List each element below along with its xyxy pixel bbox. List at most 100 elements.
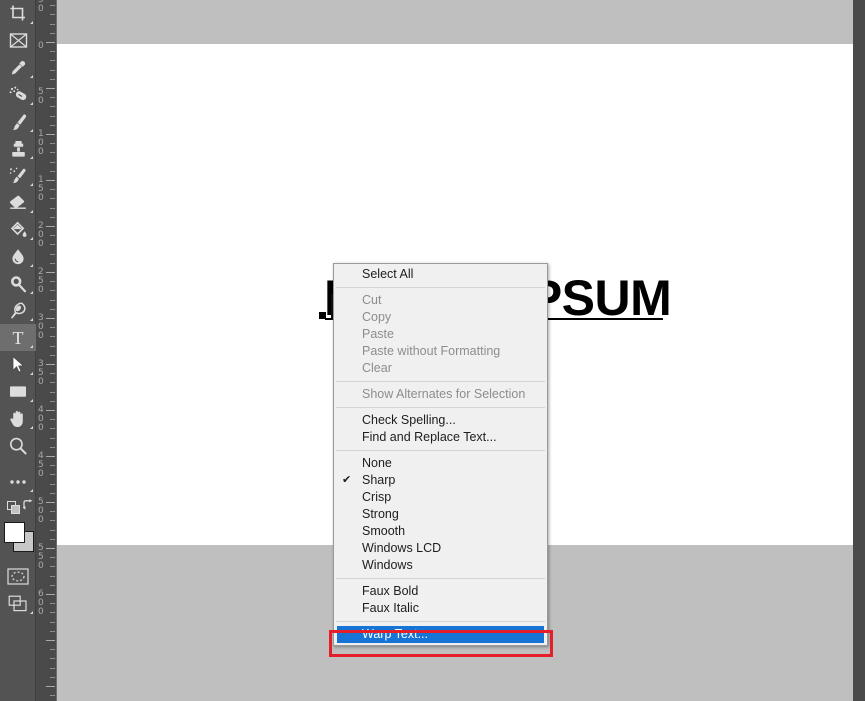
gradient-tool[interactable] xyxy=(0,216,36,243)
zoom-tool[interactable] xyxy=(0,432,36,459)
blur-tool[interactable] xyxy=(0,243,36,270)
tool-flyout-corner xyxy=(30,102,33,105)
ruler-label: 500 xyxy=(38,497,44,525)
magnifier-icon xyxy=(9,437,27,454)
ruler-tick xyxy=(50,162,55,163)
ruler-label: 300 xyxy=(38,313,44,341)
ruler-tick xyxy=(50,465,55,466)
menu-item-smooth[interactable]: Smooth xyxy=(334,523,547,540)
tools-panel: T xyxy=(0,0,36,701)
ruler-tick xyxy=(50,401,55,402)
ruler-tick xyxy=(46,640,55,641)
ruler-tick xyxy=(50,70,55,71)
ruler-tick xyxy=(50,576,55,577)
menu-item-sharp[interactable]: ✔ Sharp xyxy=(334,472,547,489)
swap-colors-icon[interactable] xyxy=(22,499,34,511)
path-selection-tool[interactable] xyxy=(0,351,36,378)
menu-item-find-and-replace-text[interactable]: Find and Replace Text... xyxy=(334,429,547,446)
ruler-tick xyxy=(50,677,55,678)
screen-mode-button[interactable] xyxy=(0,590,36,617)
menu-separator xyxy=(336,450,545,451)
vertical-ruler[interactable]: 50050100150200250300350400450500550600 xyxy=(36,0,57,701)
frame-tool[interactable] xyxy=(0,27,36,54)
menu-item-copy: Copy xyxy=(334,309,547,326)
tool-flyout-corner xyxy=(30,183,33,186)
menu-item-label: Warp Text... xyxy=(362,627,428,641)
ruler-tick xyxy=(50,51,55,52)
eyedropper-icon xyxy=(11,60,26,74)
hand-icon xyxy=(10,410,23,427)
ruler-tick xyxy=(50,336,55,337)
menu-item-windows-lcd[interactable]: Windows LCD xyxy=(334,540,547,557)
ruler-tick xyxy=(50,603,55,604)
menu-item-crisp[interactable]: Crisp xyxy=(334,489,547,506)
ruler-label: 400 xyxy=(38,405,44,433)
ruler-tick xyxy=(50,511,55,512)
ruler-tick xyxy=(50,382,55,383)
eyedropper-tool[interactable] xyxy=(0,54,36,81)
color-swatches[interactable] xyxy=(0,517,36,563)
clone-stamp-tool[interactable] xyxy=(0,135,36,162)
text-layer-handle[interactable] xyxy=(319,312,326,319)
ruler-tick xyxy=(50,97,55,98)
menu-item-label: Clear xyxy=(362,361,392,375)
ruler-tick xyxy=(50,557,55,558)
eraser-tool[interactable] xyxy=(0,189,36,216)
spot-healing-brush-tool[interactable] xyxy=(0,81,36,108)
ruler-tick xyxy=(50,189,55,190)
tool-flyout-corner xyxy=(30,264,33,267)
tool-flyout-corner xyxy=(30,21,33,24)
rectangle-tool[interactable] xyxy=(0,378,36,405)
menu-item-warp-text[interactable]: Warp Text... xyxy=(337,626,544,643)
menu-item-faux-bold[interactable]: Faux Bold xyxy=(334,583,547,600)
dodge-tool[interactable] xyxy=(0,270,36,297)
ruler-tick xyxy=(50,290,55,291)
brush-tool[interactable] xyxy=(0,108,36,135)
ruler-tick xyxy=(50,60,55,61)
ruler-tick xyxy=(50,152,55,153)
pen-tool[interactable] xyxy=(0,297,36,324)
menu-item-show-alternates-for-selection: Show Alternates for Selection xyxy=(334,386,547,403)
ruler-tick xyxy=(50,530,55,531)
ruler-tick xyxy=(50,668,55,669)
menu-item-label: Smooth xyxy=(362,524,406,538)
ruler-tick xyxy=(50,33,55,34)
type-tool[interactable]: T xyxy=(0,324,36,351)
quick-mask-button[interactable] xyxy=(0,563,36,590)
ruler-tick xyxy=(50,281,55,282)
ruler-tick xyxy=(50,493,55,494)
menu-separator xyxy=(336,621,545,622)
type-context-menu[interactable]: Select All Cut Copy Paste Paste without Form… xyxy=(333,263,548,646)
menu-item-none[interactable]: None xyxy=(334,455,547,472)
menu-item-label: Copy xyxy=(362,310,392,324)
menu-item-label: Paste xyxy=(362,327,394,341)
tool-flyout-corner xyxy=(30,345,33,348)
ruler-tick xyxy=(50,520,55,521)
check-icon: ✔ xyxy=(342,474,352,486)
menu-item-strong[interactable]: Strong xyxy=(334,506,547,523)
menu-item-check-spelling[interactable]: Check Spelling... xyxy=(334,412,547,429)
ruler-tick xyxy=(50,235,55,236)
ruler-tick xyxy=(50,658,55,659)
menu-separator xyxy=(336,407,545,408)
menu-item-label: Faux Italic xyxy=(362,601,419,615)
history-brush-tool[interactable] xyxy=(0,162,36,189)
hand-tool[interactable] xyxy=(0,405,36,432)
foreground-color-swatch[interactable] xyxy=(4,522,25,543)
ruler-tick xyxy=(50,208,55,209)
ruler-tick xyxy=(50,217,55,218)
ruler-tick xyxy=(50,612,55,613)
tool-flyout-corner xyxy=(30,75,33,78)
ruler-tick xyxy=(50,14,55,15)
tool-flyout-corner xyxy=(30,372,33,375)
ruler-tick xyxy=(50,474,55,475)
edit-toolbar-tool[interactable] xyxy=(0,468,36,495)
crop-tool[interactable] xyxy=(0,0,36,27)
menu-item-select-all[interactable]: Select All xyxy=(334,266,547,283)
tool-flyout-corner xyxy=(30,237,33,240)
menu-item-clear: Clear xyxy=(334,360,547,377)
menu-item-faux-italic[interactable]: Faux Italic xyxy=(334,600,547,617)
ruler-label: 200 xyxy=(38,221,44,249)
menu-item-windows[interactable]: Windows xyxy=(334,557,547,574)
ruler-label: 100 xyxy=(38,129,44,157)
